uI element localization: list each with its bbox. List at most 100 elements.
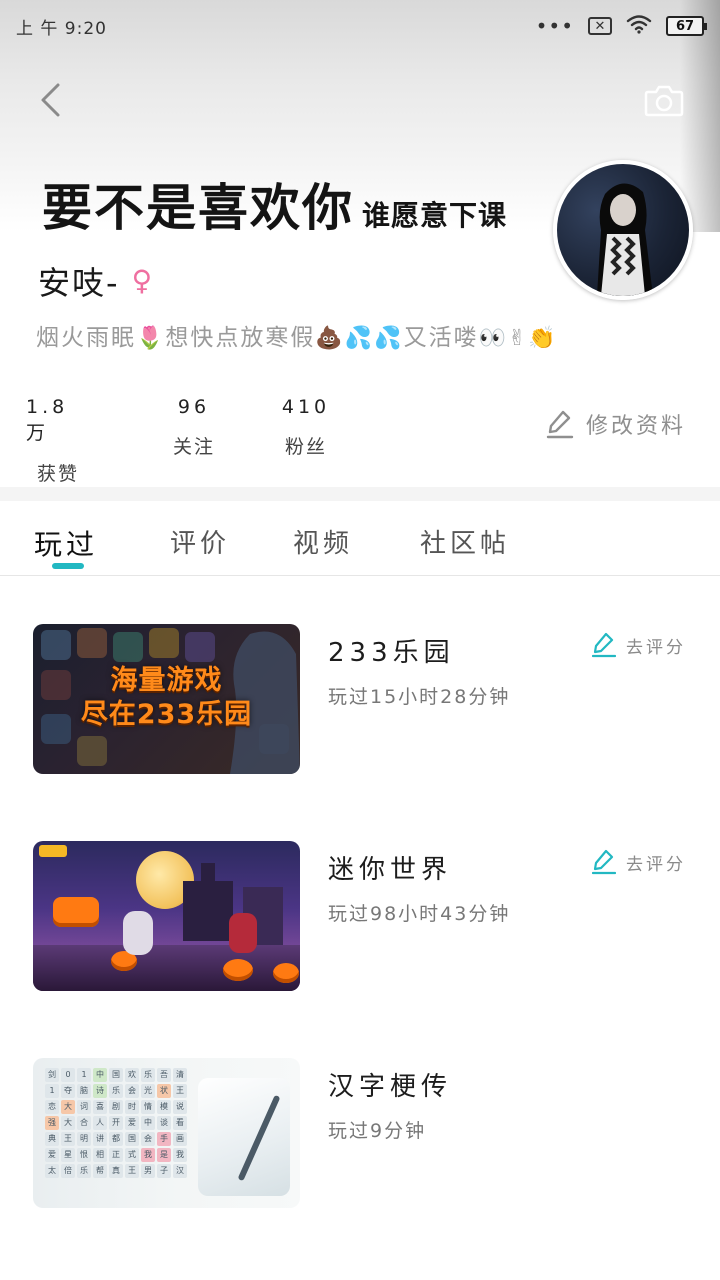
chevron-left-icon (41, 83, 60, 117)
hanzi-cell: 乐 (141, 1068, 155, 1082)
hanzi-cell: 开 (109, 1116, 123, 1130)
hanzi-cell: 乐 (109, 1084, 123, 1098)
status-icons: ••• ✕ 67 (535, 14, 707, 38)
hanzi-cell: 讲 (93, 1132, 107, 1146)
profile-tabs: 玩过 评价 视频 社区帖 (0, 501, 720, 576)
tulip-icon: 🌷 (136, 326, 166, 351)
game-thumbnail[interactable]: 海量游戏 尽在233乐园 (33, 624, 300, 774)
eyes-victory-clap-icon: 👀✌👏 (478, 326, 558, 351)
stat-following-value: 96 (177, 396, 211, 418)
more-dots-icon: ••• (535, 14, 574, 38)
game-title[interactable]: 233乐园 (328, 632, 455, 669)
hanzi-cell: 是 (157, 1148, 171, 1162)
hanzi-cell: 说 (173, 1100, 187, 1114)
stat-fans-value: 410 (281, 396, 331, 418)
hanzi-cell: 典 (45, 1132, 59, 1146)
status-time: 上 午 9:20 (16, 18, 107, 39)
edit-profile-label: 修改资料 (585, 414, 686, 439)
back-button[interactable] (32, 80, 68, 120)
pencil-icon (546, 410, 574, 439)
promo-line-2: 尽在233乐园 (80, 699, 253, 730)
hanzi-cell: 状 (157, 1084, 171, 1098)
hanzi-cell: 大 (61, 1100, 75, 1114)
edit-rate-icon (592, 632, 616, 658)
hanzi-cell: 强 (45, 1116, 59, 1130)
rate-label: 去评分 (626, 637, 686, 658)
active-tab-indicator (52, 563, 84, 569)
hanzi-cell: 我 (173, 1148, 187, 1162)
game-playtime: 玩过9分钟 (328, 1120, 427, 1142)
stat-following[interactable]: 96 关注 (138, 396, 250, 486)
hanzi-cell: 0 (61, 1068, 75, 1082)
hanzi-cell: 爱 (125, 1116, 139, 1130)
stat-fans[interactable]: 410 粉丝 (250, 396, 362, 486)
list-item[interactable]: 剑01中国欢乐吾清1夺脑诗乐会光状王恋大词喜剧时情模说强大合人开爱中谈看典王明讲… (0, 1058, 720, 1208)
section-divider (0, 487, 720, 501)
list-item[interactable]: 海量游戏 尽在233乐园 233乐园 玩过15小时28分钟 去评分 (0, 624, 720, 774)
bio-segment-1: 烟火雨眠 (36, 325, 136, 351)
hanzi-cell: 脑 (77, 1084, 91, 1098)
pumpkin-shape (273, 963, 299, 983)
hanzi-cell: 真 (109, 1164, 123, 1178)
camera-icon (644, 85, 684, 117)
edit-profile-button[interactable]: 修改资料 (546, 408, 686, 440)
rate-button[interactable]: 去评分 (592, 849, 686, 875)
banner-text-small: 谁愿意下课 (362, 199, 508, 232)
hanzi-cell: 1 (45, 1084, 59, 1098)
avatar[interactable] (553, 160, 693, 300)
tab-videos[interactable]: 视频 (293, 523, 353, 560)
game-thumbnail[interactable]: 剑01中国欢乐吾清1夺脑诗乐会光状王恋大词喜剧时情模说强大合人开爱中谈看典王明讲… (33, 1058, 300, 1208)
no-sim-icon: ✕ (588, 17, 612, 35)
tab-reviews[interactable]: 评价 (170, 523, 230, 560)
hanzi-cell: 剑 (45, 1068, 59, 1082)
change-cover-button[interactable] (644, 82, 684, 118)
nickname-row: 安吱- ♀ (38, 258, 152, 304)
stat-fans-label: 粉丝 (284, 436, 327, 458)
list-item[interactable]: 迷你世界 玩过98小时43分钟 去评分 (0, 841, 720, 991)
hanzi-cell: 谈 (157, 1116, 171, 1130)
tab-community-posts[interactable]: 社区帖 (420, 523, 510, 560)
hanzi-cell: 国 (109, 1068, 123, 1082)
edit-rate-icon (592, 849, 616, 875)
hanzi-cell: 会 (125, 1084, 139, 1098)
hanzi-cell: 正 (109, 1148, 123, 1162)
hanzi-cell: 会 (141, 1132, 155, 1146)
hanzi-cell: 王 (61, 1132, 75, 1146)
hanzi-cell: 中 (93, 1068, 107, 1082)
game-title[interactable]: 迷你世界 (328, 849, 452, 886)
banner-text-large: 要不是喜欢你 (42, 179, 354, 232)
hanzi-cell: 男 (141, 1164, 155, 1178)
hanzi-cell: 帮 (93, 1164, 107, 1178)
rate-button[interactable]: 去评分 (592, 632, 686, 658)
hanzi-cell: 乐 (77, 1164, 91, 1178)
status-bar: 上 午 9:20 ••• ✕ 67 (0, 0, 720, 52)
battery-icon: 67 (666, 16, 707, 36)
hanzi-cell: 诗 (93, 1084, 107, 1098)
game-title[interactable]: 汉字梗传 (328, 1066, 452, 1103)
game-playtime: 玩过98小时43分钟 (328, 903, 511, 925)
game-logo-badge (39, 845, 67, 857)
castle-tower-shape (201, 863, 215, 893)
hanzi-cell: 1 (77, 1068, 91, 1082)
hanzi-cell: 模 (157, 1100, 171, 1114)
hanzi-cell: 吾 (157, 1068, 171, 1082)
profile-stats: 1.8万 获赞 96 关注 410 粉丝 (26, 396, 362, 486)
pumpkin-shape (223, 959, 253, 981)
bio-text: 烟火雨眠🌷想快点放寒假💩💦💦又活喽👀✌👏 (36, 318, 558, 352)
stat-following-label: 关注 (172, 436, 215, 458)
hanzi-cell: 恋 (45, 1100, 59, 1114)
hanzi-cell: 情 (141, 1100, 155, 1114)
hanzi-cell: 合 (77, 1116, 91, 1130)
promo-line-1: 海量游戏 (110, 665, 223, 696)
tab-played[interactable]: 玩过 (34, 523, 98, 563)
hanzi-cell: 词 (77, 1100, 91, 1114)
stat-likes-value: 1.8万 (26, 396, 69, 444)
hanzi-cell: 恨 (77, 1148, 91, 1162)
hanzi-grid: 剑01中国欢乐吾清1夺脑诗乐会光状王恋大词喜剧时情模说强大合人开爱中谈看典王明讲… (45, 1068, 187, 1178)
game-thumbnail[interactable] (33, 841, 300, 991)
hanzi-cell: 太 (45, 1164, 59, 1178)
female-gender-icon: ♀ (131, 264, 153, 297)
stat-likes[interactable]: 1.8万 获赞 (26, 396, 90, 486)
hanzi-cell: 明 (77, 1132, 91, 1146)
hanzi-cell: 人 (93, 1116, 107, 1130)
